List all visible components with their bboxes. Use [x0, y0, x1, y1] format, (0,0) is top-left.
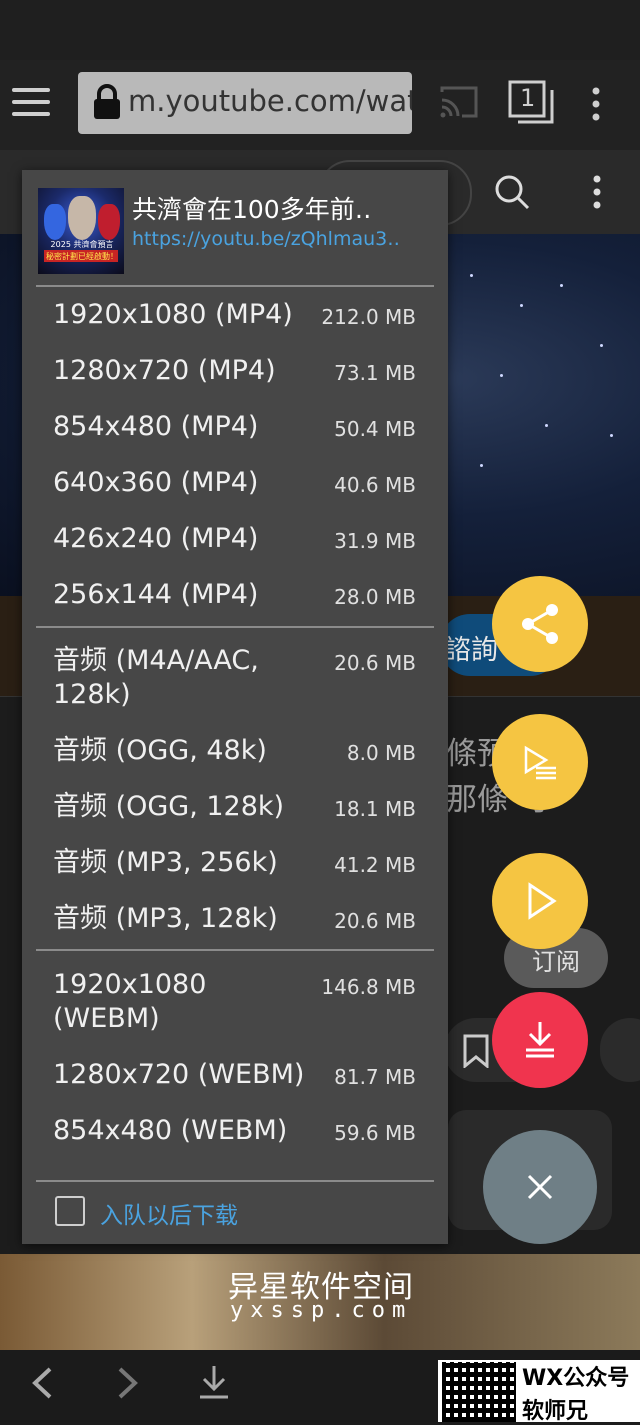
thumbnail-figure — [44, 204, 66, 240]
bookmark-icon — [463, 1034, 489, 1068]
download-button[interactable] — [492, 992, 588, 1088]
qr-code-image — [442, 1362, 516, 1422]
format-option[interactable]: 854x480 (WEBM) 59.6 MB — [36, 1114, 434, 1166]
tab-count: 1 — [520, 84, 536, 112]
thumbnail-figure — [98, 204, 120, 240]
url-text: m.youtube.com/watch?v=zQhlmau3 — [128, 84, 412, 118]
format-option[interactable]: 854x480 (MP4) 50.4 MB — [36, 410, 434, 462]
watermark-line: WX公众号 — [522, 1366, 630, 1391]
share-button[interactable] — [492, 576, 588, 672]
promo-subtitle: yxssp.com — [230, 1298, 413, 1323]
close-button[interactable] — [483, 1130, 597, 1244]
format-option[interactable]: 1280x720 (MP4) 73.1 MB — [36, 354, 434, 406]
format-option[interactable]: 1920x1080 (WEBM) 146.8 MB — [36, 968, 434, 1038]
video-title: 共濟會在100多年前‥ — [132, 195, 372, 224]
format-option[interactable]: 音频 (OGG, 48k) 8.0 MB — [36, 734, 434, 786]
divider — [36, 1180, 434, 1182]
share-icon — [522, 604, 558, 644]
status-bar — [0, 0, 640, 60]
more-vert-icon[interactable] — [586, 86, 606, 122]
format-option[interactable]: 音频 (M4A/AAC, 128k) 20.6 MB — [36, 644, 434, 714]
format-option[interactable]: 音频 (MP3, 128k) 20.6 MB — [36, 902, 434, 942]
format-option[interactable]: 256x144 (MP4) 28.0 MB — [36, 578, 434, 618]
divider — [36, 949, 434, 951]
format-option[interactable]: 音频 (OGG, 128k) 18.1 MB — [36, 790, 434, 842]
video-url[interactable]: https://youtu.be/zQhlmau3‥ — [132, 228, 424, 250]
menu-icon[interactable] — [12, 88, 52, 118]
url-field[interactable]: m.youtube.com/watch?v=zQhlmau3 — [78, 72, 412, 134]
forward-icon[interactable] — [116, 1366, 140, 1400]
thumbnail-banner: 秘密計劃已經啟動！ — [46, 252, 118, 261]
playlist-play-icon — [524, 745, 556, 780]
back-icon[interactable] — [30, 1366, 54, 1400]
format-option[interactable]: 音频 (MP3, 256k) 41.2 MB — [36, 846, 434, 898]
format-option[interactable]: 426x240 (MP4) 31.9 MB — [36, 522, 434, 574]
play-icon — [528, 882, 557, 920]
thumbnail-figure — [68, 196, 96, 240]
more-actions-button[interactable] — [600, 1018, 640, 1082]
divider — [36, 285, 434, 287]
more-vert-icon[interactable] — [588, 174, 606, 210]
search-icon[interactable] — [494, 174, 530, 210]
queue-checkbox-label[interactable]: 入队以后下载 — [100, 1196, 238, 1230]
watermark-line: 软师兄 — [522, 1399, 589, 1424]
lock-icon — [94, 84, 120, 119]
download-icon — [526, 1022, 554, 1058]
consult-button-label: 諮詢 — [444, 635, 498, 666]
play-queue-button[interactable] — [492, 714, 588, 810]
format-option[interactable]: 1920x1080 (MP4) 212.0 MB — [36, 298, 434, 350]
play-button[interactable] — [492, 853, 588, 949]
format-option[interactable]: 640x360 (MP4) 40.6 MB — [36, 466, 434, 518]
cast-icon[interactable] — [440, 86, 478, 118]
downloads-icon[interactable] — [198, 1364, 230, 1400]
divider — [36, 626, 434, 628]
close-icon — [527, 1174, 553, 1200]
queue-checkbox[interactable] — [55, 1196, 85, 1226]
thumbnail-caption: 2025 共濟會預言 — [50, 240, 114, 249]
format-option[interactable]: 1280x720 (WEBM) 81.7 MB — [36, 1058, 434, 1110]
tabs-counter-icon[interactable]: 1 — [508, 80, 554, 126]
